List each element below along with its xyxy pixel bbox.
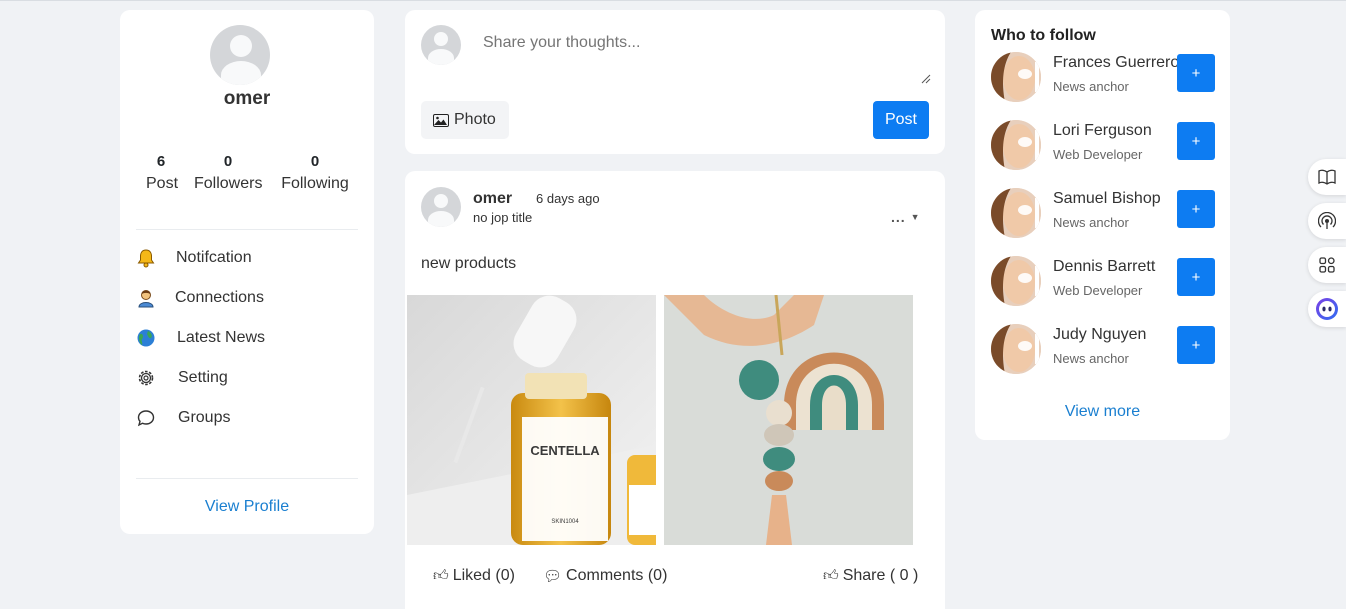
stat-following[interactable]: 0 Following (280, 153, 350, 193)
assistant-icon (1316, 298, 1338, 320)
post-text: new products (421, 255, 517, 272)
suggestion-name[interactable]: Frances Guerrero (1053, 54, 1179, 72)
follow-add-button[interactable]: + (1177, 326, 1215, 364)
side-tool-assistant[interactable] (1308, 291, 1346, 327)
stat-followers-count: 0 (223, 153, 233, 170)
post-button[interactable]: Post (873, 101, 929, 139)
thumbs-up-icon: 👍︎ (823, 567, 839, 584)
post-options-menu[interactable]: ... ▼ (891, 209, 920, 225)
profile-name[interactable]: omer (120, 88, 374, 110)
feed-post: omer 6 days ago no jop title ... ▼ new p… (405, 171, 945, 609)
nav-item-connections[interactable]: Connections (136, 286, 358, 310)
divider (136, 478, 358, 479)
follow-suggestion: Judy Nguyen News anchor + (991, 324, 1215, 376)
nav-label-latest-news: Latest News (177, 329, 266, 346)
post-author-name[interactable]: omer (473, 190, 512, 208)
view-more-link[interactable]: View more (975, 403, 1230, 421)
follow-add-button[interactable]: + (1177, 258, 1215, 296)
follow-suggestion: Lori Ferguson Web Developer + (991, 120, 1215, 172)
image-icon (433, 113, 449, 127)
profile-avatar[interactable] (210, 25, 270, 85)
follow-add-button[interactable]: + (1177, 190, 1215, 228)
stat-posts-count: 6 (156, 153, 166, 170)
photo-button[interactable]: Photo (421, 101, 509, 139)
side-tool-apps[interactable] (1308, 247, 1346, 283)
post-author-avatar[interactable] (421, 187, 461, 227)
comments-button[interactable]: 💬︎ Comments (0) (543, 567, 667, 585)
profile-card: omer 6 Post 0 Followers 0 Following Noti… (120, 10, 374, 534)
suggestion-name[interactable]: Samuel Bishop (1053, 190, 1161, 208)
caret-down-icon: ▼ (910, 212, 921, 222)
follow-suggestion: Dennis Barrett Web Developer + (991, 256, 1215, 308)
stat-posts[interactable]: 6 Post (146, 153, 179, 193)
like-label: Liked (0) (452, 567, 515, 584)
chat-bubble-icon (136, 408, 156, 428)
suggestion-avatar[interactable] (991, 188, 1041, 238)
suggestion-role: News anchor (1053, 215, 1129, 230)
svg-text:SKIN1004: SKIN1004 (551, 519, 579, 525)
suggestion-role: News anchor (1053, 351, 1129, 366)
divider (136, 229, 358, 230)
suggestion-role: Web Developer (1053, 147, 1143, 162)
who-to-follow-title: Who to follow (991, 27, 1096, 44)
suggestion-name[interactable]: Lori Ferguson (1053, 122, 1152, 140)
comment-icon: 💬︎ (543, 568, 563, 585)
photo-button-label: Photo (454, 111, 496, 128)
post-timestamp: 6 days ago (536, 191, 600, 206)
nav-label-connections: Connections (175, 289, 264, 306)
follow-add-button[interactable]: + (1177, 122, 1215, 160)
post-image-serum[interactable]: CENTELLA SKIN1004 (407, 295, 656, 545)
share-label: Share ( 0 ) (842, 567, 919, 584)
nav-label-notification: Notifcation (176, 249, 252, 266)
svg-text:CENTELLA: CENTELLA (530, 443, 600, 458)
comments-label: Comments (0) (566, 567, 668, 584)
composer-avatar (421, 25, 461, 65)
stat-following-label: Following (281, 175, 349, 192)
suggestion-role: News anchor (1053, 79, 1129, 94)
suggestion-role: Web Developer (1053, 283, 1143, 298)
nav-item-notification[interactable]: Notifcation (136, 246, 358, 270)
nav-item-setting[interactable]: Setting (136, 366, 358, 390)
view-profile-link[interactable]: View Profile (120, 498, 374, 516)
stat-followers[interactable]: 0 Followers (194, 153, 262, 193)
stat-following-count: 0 (310, 153, 320, 170)
like-button[interactable]: 👍︎ Liked (0) (433, 567, 515, 585)
top-border (0, 0, 1346, 1)
thumbs-up-icon: 👍︎ (433, 567, 449, 584)
user-icon (136, 288, 156, 308)
broadcast-icon (1318, 212, 1336, 229)
suggestion-name[interactable]: Dennis Barrett (1053, 258, 1155, 276)
suggestion-avatar[interactable] (991, 120, 1041, 170)
stat-posts-label: Post (146, 175, 179, 192)
bell-icon (136, 248, 156, 268)
who-to-follow-card: Who to follow Frances Guerrero News anch… (975, 10, 1230, 440)
resize-grip-icon[interactable] (921, 74, 931, 84)
apps-grid-icon (1319, 257, 1335, 273)
suggestion-avatar[interactable] (991, 256, 1041, 306)
more-dots-icon: ... (891, 209, 906, 225)
nav-label-groups: Groups (178, 409, 231, 426)
post-image-keychain[interactable] (664, 295, 913, 545)
side-tool-broadcast[interactable] (1308, 203, 1346, 239)
globe-icon (136, 328, 156, 348)
share-thoughts-input[interactable] (483, 34, 929, 86)
side-tool-book[interactable] (1308, 159, 1346, 195)
suggestion-name[interactable]: Judy Nguyen (1053, 326, 1146, 344)
nav-item-latest-news[interactable]: Latest News (136, 326, 358, 350)
follow-suggestion: Frances Guerrero News anchor + (991, 52, 1215, 104)
stat-followers-label: Followers (194, 175, 263, 192)
post-author-title: no jop title (473, 210, 533, 225)
suggestion-avatar[interactable] (991, 52, 1041, 102)
follow-suggestion: Samuel Bishop News anchor + (991, 188, 1215, 240)
book-icon (1318, 169, 1336, 185)
gear-icon (136, 368, 156, 388)
nav-item-groups[interactable]: Groups (136, 406, 358, 430)
nav-label-setting: Setting (178, 369, 228, 386)
share-button[interactable]: 👍︎ Share ( 0 ) (823, 567, 918, 585)
follow-add-button[interactable]: + (1177, 54, 1215, 92)
suggestion-avatar[interactable] (991, 324, 1041, 374)
post-composer: Photo Post (405, 10, 945, 154)
